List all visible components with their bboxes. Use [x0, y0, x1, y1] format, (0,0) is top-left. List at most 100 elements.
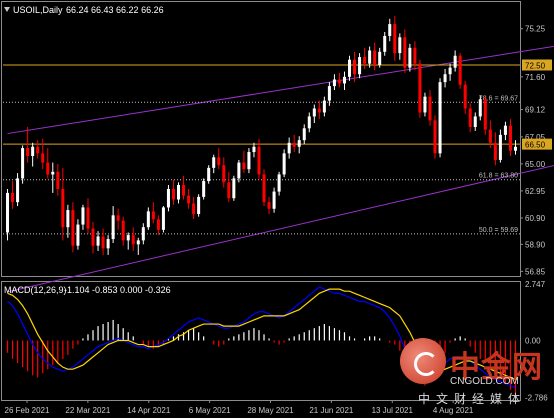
- date-tick-3: 6 May 2021: [189, 406, 231, 415]
- candle-body-20: [106, 239, 110, 249]
- price-tick-3: 69.12: [525, 106, 546, 115]
- candle-body-36: [187, 195, 191, 204]
- candle-body-44: [227, 182, 231, 199]
- ohlc-values: 66.24 66.43 66.22 66.26: [66, 5, 164, 15]
- candle-body-26: [136, 240, 140, 245]
- price-tick-8: 60.90: [525, 214, 546, 223]
- candle-body-14: [76, 224, 80, 246]
- candle-body-61: [312, 108, 316, 117]
- candle-body-10: [56, 171, 60, 189]
- candle-body-6: [36, 146, 40, 154]
- macd-header: MACD(12,26,9) -1.104 -0.853 0.000 -0.326: [4, 285, 171, 295]
- candle-body-72: [368, 50, 372, 64]
- candle-body-66: [337, 79, 341, 84]
- candle-body-39: [202, 181, 206, 197]
- candle-body-38: [197, 196, 201, 215]
- candle-body-90: [458, 55, 462, 85]
- candle-body-91: [463, 84, 467, 109]
- candle-body-35: [182, 185, 186, 196]
- candle-body-59: [302, 128, 306, 141]
- date-tick-1: 22 Mar 2021: [65, 406, 110, 415]
- cngold-watermark: 中金网 CNGOLD.COM 中文财经媒体: [400, 338, 554, 408]
- candle-body-89: [453, 55, 457, 68]
- symbol-label: USOIL,Daily: [13, 5, 63, 15]
- candle-body-30: [156, 219, 160, 230]
- candle-body-85: [433, 120, 437, 154]
- candle-body-69: [353, 59, 357, 75]
- candle-body-4: [26, 148, 30, 156]
- candle-body-5: [31, 146, 35, 156]
- candle-body-33: [171, 188, 175, 200]
- candle-body-37: [192, 203, 196, 215]
- date-tick-0: 26 Feb 2021: [5, 406, 50, 415]
- candle-body-7: [41, 153, 45, 163]
- candle-body-70: [358, 57, 362, 75]
- candle-body-80: [408, 47, 412, 68]
- candle-body-34: [177, 185, 181, 200]
- candle-body-79: [403, 37, 407, 68]
- candle-body-42: [217, 157, 221, 166]
- candle-body-12: [66, 210, 70, 228]
- candle-body-75: [383, 35, 387, 52]
- fib-label-2: 50.0 = 59.69: [479, 227, 518, 234]
- candle-body-16: [86, 207, 90, 229]
- candle-body-76: [388, 24, 392, 36]
- candle-body-43: [222, 165, 226, 183]
- price-tick-10: 56.85: [525, 267, 546, 276]
- candle-body-1: [11, 192, 15, 203]
- candle-body-54: [277, 174, 281, 192]
- candle-body-67: [342, 76, 346, 84]
- candle-body-71: [363, 57, 367, 64]
- macd-values: -1.104 -0.853 0.000 -0.326: [64, 285, 171, 295]
- candle-body-56: [287, 142, 291, 154]
- candle-body-23: [121, 220, 125, 241]
- candle-body-57: [292, 142, 296, 147]
- date-tick-4: 28 May 2021: [247, 406, 294, 415]
- price-tick-6: 65.00: [525, 160, 546, 169]
- candle-body-22: [116, 215, 120, 221]
- date-tick-5: 21 Jun 2021: [309, 406, 354, 415]
- candle-body-27: [141, 227, 145, 241]
- candle-body-82: [418, 63, 422, 113]
- date-tick-2: 14 Apr 2021: [127, 406, 171, 415]
- candle-body-83: [423, 96, 427, 113]
- candle-body-46: [237, 162, 241, 179]
- candle-body-13: [71, 210, 75, 246]
- candle-body-63: [322, 100, 326, 113]
- candle-body-3: [21, 148, 25, 179]
- candle-body-29: [151, 211, 155, 220]
- candle-body-86: [438, 82, 442, 154]
- candle-body-65: [332, 79, 336, 87]
- candle-body-19: [101, 236, 105, 249]
- candle-body-88: [448, 67, 452, 75]
- candle-body-48: [247, 152, 251, 170]
- candle-body-78: [398, 37, 402, 54]
- candle-body-87: [443, 74, 447, 83]
- candle-body-55: [282, 153, 286, 175]
- watermark-url: CNGOLD.COM: [450, 376, 519, 387]
- candle-body-40: [207, 167, 211, 182]
- price-tag-label-1: 66.50: [525, 141, 546, 150]
- candle-body-81: [413, 47, 417, 64]
- price-tick-0: 75.25: [525, 25, 546, 34]
- candle-body-32: [166, 188, 170, 208]
- cngold-logo-icon: [400, 338, 446, 384]
- price-tick-7: 62.95: [525, 187, 546, 196]
- price-tag-label-0: 72.50: [525, 61, 546, 70]
- candle-body-84: [428, 96, 432, 121]
- candle-body-51: [262, 174, 266, 203]
- macd-tick-0: 2.747: [525, 280, 546, 289]
- candle-body-73: [373, 50, 377, 65]
- candle-body-74: [378, 51, 382, 65]
- price-tick-2: 71.60: [525, 73, 546, 82]
- candle-body-100: [508, 125, 512, 151]
- candle-body-96: [488, 129, 492, 143]
- candle-body-93: [473, 116, 477, 127]
- price-tick-9: 58.90: [525, 240, 546, 249]
- candle-body-2: [16, 178, 20, 203]
- candle-body-47: [242, 162, 246, 170]
- candle-body-68: [348, 59, 352, 77]
- candle-body-53: [272, 191, 276, 209]
- candle-body-31: [161, 207, 165, 230]
- candle-body-28: [146, 211, 150, 228]
